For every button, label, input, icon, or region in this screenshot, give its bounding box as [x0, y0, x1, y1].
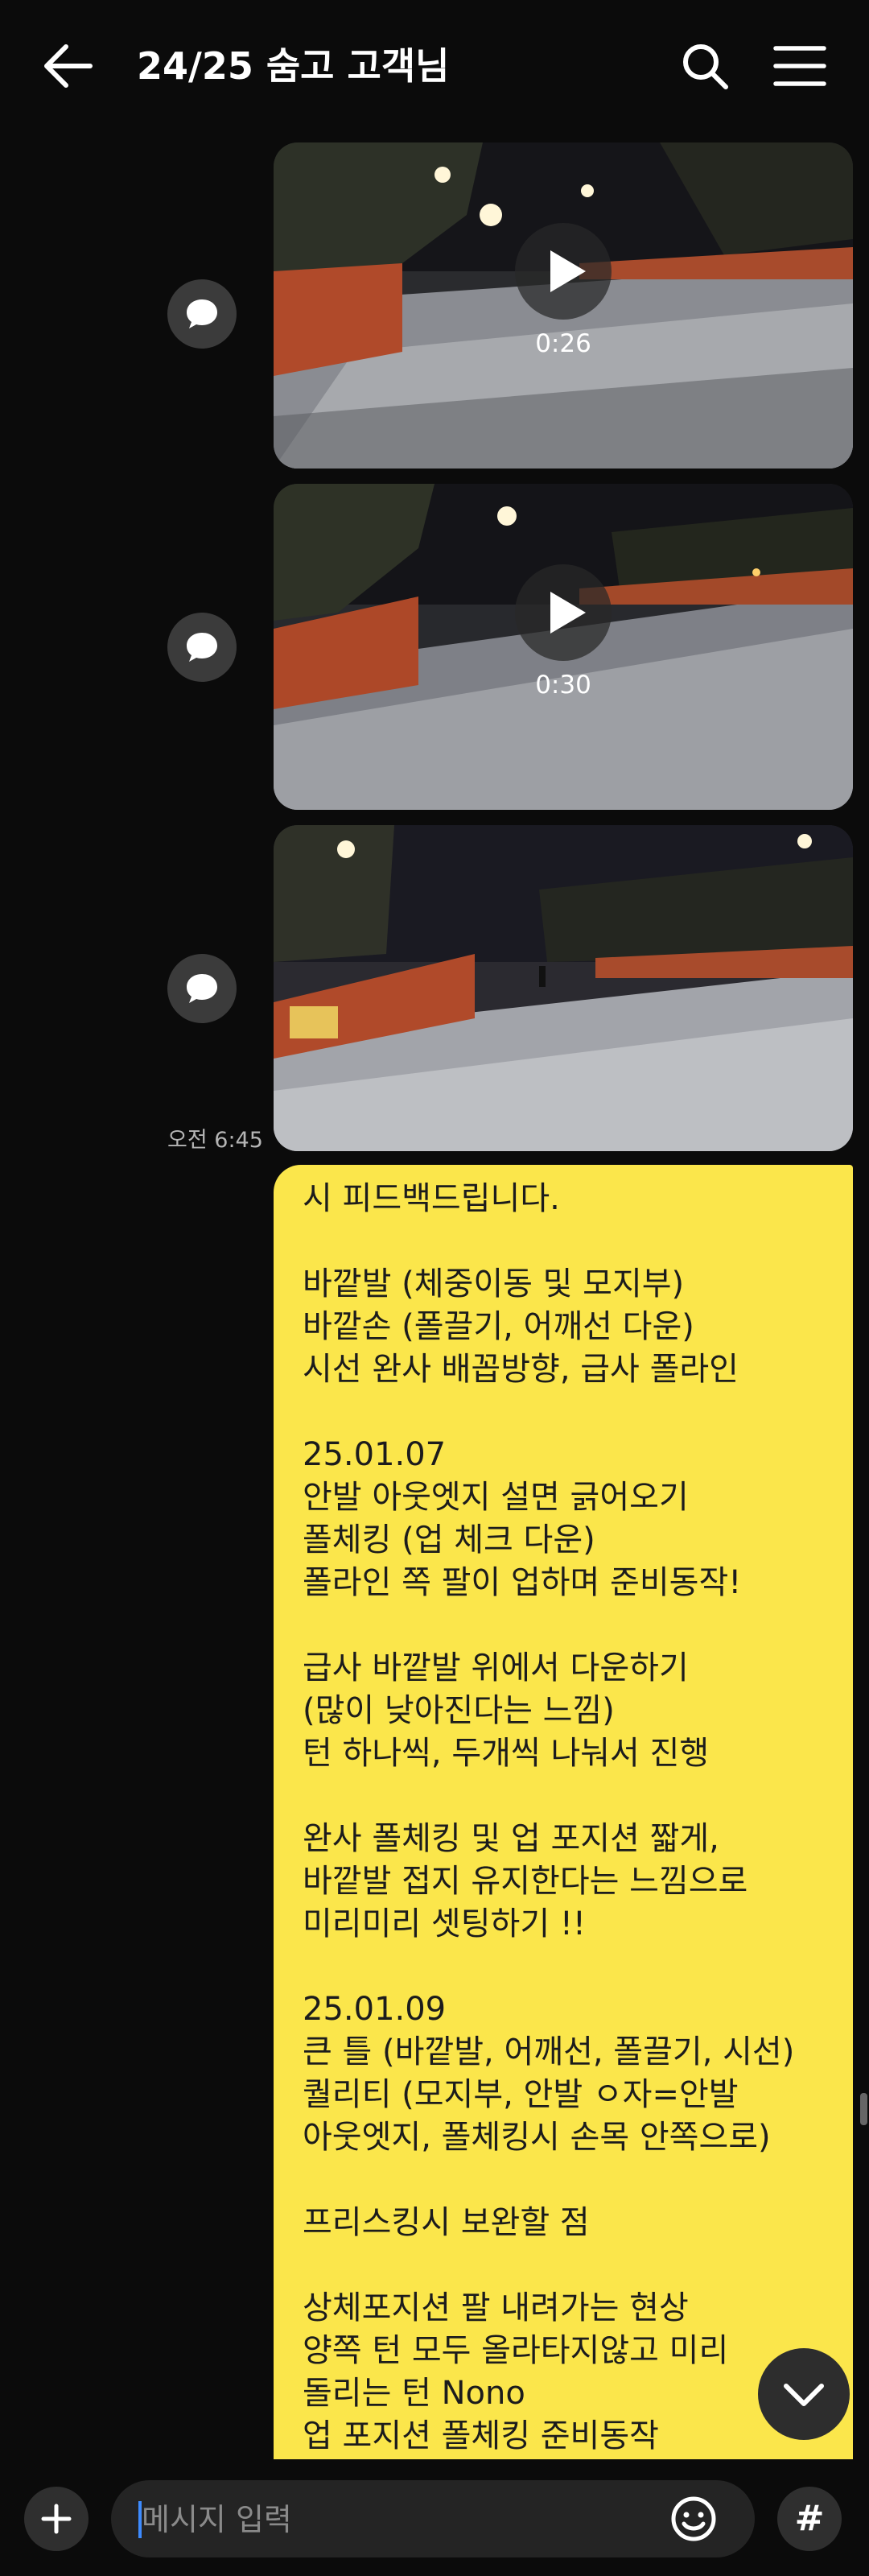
- message-line: [303, 1391, 794, 1434]
- hamburger-menu-icon: [773, 46, 826, 86]
- chevron-down-icon: [784, 2384, 824, 2406]
- message-line: [303, 1775, 794, 1818]
- message-line: (많이 낮아진다는 느낌): [303, 1692, 615, 1729]
- message-line: [303, 1604, 794, 1647]
- arrow-left-icon: [44, 44, 93, 88]
- message-line: 바깥발 접지 유지한다는 느낌으로: [303, 1863, 748, 1900]
- message-line: 25.01.07: [303, 1436, 447, 1473]
- plus-icon: [41, 2504, 72, 2534]
- message-line: 양쪽 턴 모두 올라타지않고 미리: [303, 2332, 729, 2369]
- search-button[interactable]: [674, 35, 735, 97]
- comment-button[interactable]: [167, 954, 237, 1023]
- ski-slope-night-image: [274, 825, 853, 1151]
- message-line: 큰 틀 (바깥발, 어깨선, 폴끌기, 시선): [303, 2033, 795, 2070]
- message-line: 급사 바깥발 위에서 다운하기: [303, 1649, 689, 1686]
- message-line: 돌리는 턴 Nono: [303, 2375, 525, 2412]
- chat-title: 24/25 숨고 고객님: [137, 44, 450, 88]
- message-bubble[interactable]: 시 피드백드립니다. 바깥발 (체중이동 및 모지부) 바깥손 (폴끌기, 어깨선 …: [274, 1165, 853, 2459]
- search-icon: [683, 44, 728, 89]
- scrollbar-thumb[interactable]: [860, 2093, 867, 2125]
- message-line: 턴 하나씩, 두개씩 나눠서 진행: [303, 1735, 710, 1772]
- play-icon: [550, 592, 586, 634]
- message-input-container[interactable]: [111, 2480, 755, 2559]
- video-duration: 0:30: [535, 671, 591, 700]
- chat-area[interactable]: 0:26 0:30 오전 6:45 시 피드백드립니다. 바깥발 (체중이동 및…: [0, 133, 869, 2459]
- message-line: 폴체킹 (업 체크 다운): [303, 1521, 595, 1558]
- message-line: [303, 1220, 794, 1263]
- photo-thumbnail[interactable]: [274, 825, 853, 1151]
- menu-button[interactable]: [769, 35, 830, 97]
- message-line: 업 포지션 폴체킹 준비동작: [303, 2417, 659, 2454]
- message-line: 시 피드백드립니다.: [303, 1180, 560, 1217]
- play-button[interactable]: [515, 223, 612, 320]
- message-composer: #: [0, 2459, 869, 2576]
- message-line: 상체포지션 팔 내려가는 현상: [303, 2289, 689, 2326]
- message-line: 미리미리 셋팅하기 !!: [303, 1905, 586, 1942]
- message-line: 바깥발 (체중이동 및 모지부): [303, 1265, 685, 1302]
- attach-button[interactable]: [24, 2487, 89, 2551]
- back-button[interactable]: [39, 35, 100, 97]
- message-line: 완사 폴체킹 및 업 포지션 짧게,: [303, 1820, 719, 1857]
- speech-bubble-icon: [187, 299, 217, 328]
- message-line: [303, 2244, 794, 2287]
- scroll-to-bottom-button[interactable]: [758, 2348, 850, 2440]
- speech-bubble-icon: [187, 633, 217, 662]
- message-line: [303, 1946, 794, 1988]
- comment-button[interactable]: [167, 613, 237, 682]
- message-line: 시선 완사 배꼽방향, 급사 폴라인: [303, 1351, 739, 1388]
- emoji-button[interactable]: [666, 2491, 721, 2546]
- message-text: 시 피드백드립니다. 바깥발 (체중이동 및 모지부) 바깥손 (폴끌기, 어깨선 …: [303, 1178, 794, 2458]
- play-button[interactable]: [515, 564, 612, 661]
- message-line: 안발 아웃엣지 설면 긁어오기: [303, 1479, 689, 1516]
- chat-header: 24/25 숨고 고객님: [0, 0, 869, 133]
- comment-button[interactable]: [167, 279, 237, 349]
- message-line: 퀄리티 (모지부, 안발 ㅇ자=안발: [303, 2076, 739, 2113]
- video-duration: 0:26: [535, 329, 591, 358]
- message-line: 프리스킹시 보완할 점: [303, 2204, 590, 2241]
- message-line: 25.01.09: [303, 1991, 447, 2028]
- message-line: 바깥손 (폴끌기, 어깨선 다운): [303, 1308, 694, 1345]
- message-input[interactable]: [140, 2480, 658, 2559]
- speech-bubble-icon: [187, 974, 217, 1003]
- video-thumbnail[interactable]: 0:30: [274, 484, 853, 810]
- play-icon: [550, 250, 586, 292]
- hashtag-button[interactable]: #: [777, 2487, 842, 2551]
- message-line: [303, 2159, 794, 2202]
- message-timestamp: 오전 6:45: [167, 1128, 263, 1153]
- message-line: 폴라인 쪽 팔이 업하며 준비동작!: [303, 1564, 742, 1601]
- video-thumbnail[interactable]: 0:26: [274, 142, 853, 469]
- emoji-icon: [671, 2496, 716, 2541]
- message-line: 아웃엣지, 폴체킹시 손목 안쪽으로): [303, 2119, 771, 2156]
